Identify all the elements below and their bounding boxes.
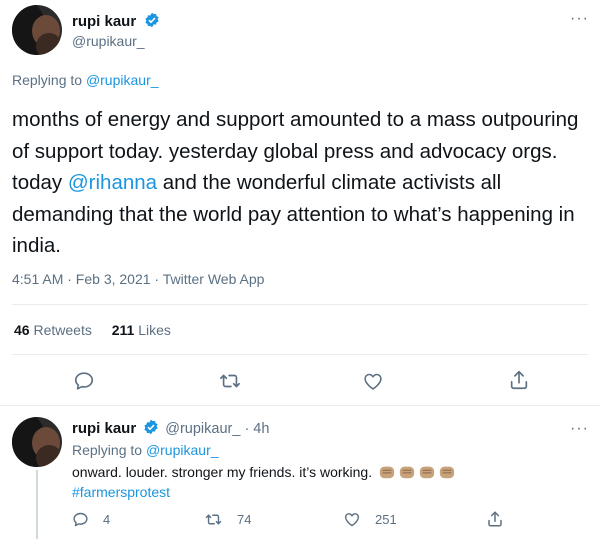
timestamp[interactable]: 4:51 AM · Feb 3, 2021 · Twitter Web App: [12, 271, 264, 287]
retweet-icon[interactable]: [204, 511, 223, 528]
engagement-stats: 46 Retweets 211 Likes: [14, 322, 171, 338]
like-icon[interactable]: [343, 511, 361, 528]
more-icon[interactable]: ···: [570, 11, 589, 27]
reply-header: rupi kaur @rupikaur_ · 4h: [72, 419, 269, 437]
replying-to-handle[interactable]: @rupikaur_: [86, 72, 159, 88]
thread-line: [36, 470, 38, 539]
share-icon[interactable]: [508, 369, 530, 391]
verified-badge-icon: [145, 12, 159, 28]
divider: [12, 354, 588, 355]
reply-action[interactable]: 4: [72, 511, 110, 528]
divider: [12, 304, 588, 305]
raised-fist-emoji: [376, 464, 456, 480]
reply-more-icon[interactable]: ···: [570, 421, 589, 437]
retweet-action[interactable]: 74: [204, 511, 251, 528]
replying-to: Replying to @rupikaur_: [12, 72, 159, 88]
hashtag-link[interactable]: #farmersprotest: [72, 482, 170, 502]
reply-handle[interactable]: @rupikaur_: [165, 421, 240, 437]
reply-replying-to: Replying to @rupikaur_: [72, 442, 219, 458]
share-icon[interactable]: [486, 510, 504, 528]
reply-replying-to-handle[interactable]: @rupikaur_: [146, 442, 219, 458]
like-icon[interactable]: [362, 371, 384, 392]
divider: [0, 405, 600, 406]
verified-badge-icon: [144, 419, 158, 435]
reply-icon[interactable]: [72, 511, 89, 528]
author-name[interactable]: rupi kaur: [72, 12, 160, 31]
tweet-text: months of energy and support amounted to…: [12, 108, 579, 257]
avatar[interactable]: [12, 5, 62, 55]
retweet-count: 74: [237, 512, 252, 527]
like-count: 251: [375, 512, 397, 527]
reply-display-name[interactable]: rupi kaur: [72, 420, 136, 437]
retweets-stat[interactable]: 46 Retweets: [14, 322, 96, 338]
like-action[interactable]: 251: [343, 511, 397, 528]
reply-time[interactable]: · 4h: [244, 421, 269, 437]
display-name[interactable]: rupi kaur: [72, 13, 136, 30]
reply-icon[interactable]: [73, 370, 95, 392]
author-handle[interactable]: @rupikaur_: [72, 33, 145, 49]
reply-text: onward. louder. stronger my friends. it’…: [72, 462, 456, 482]
retweet-icon[interactable]: [218, 370, 242, 392]
reply-count: 4: [103, 512, 111, 527]
reply-avatar[interactable]: [12, 417, 62, 467]
likes-stat[interactable]: 211 Likes: [112, 322, 171, 338]
mention-link[interactable]: @rihanna: [68, 171, 157, 194]
